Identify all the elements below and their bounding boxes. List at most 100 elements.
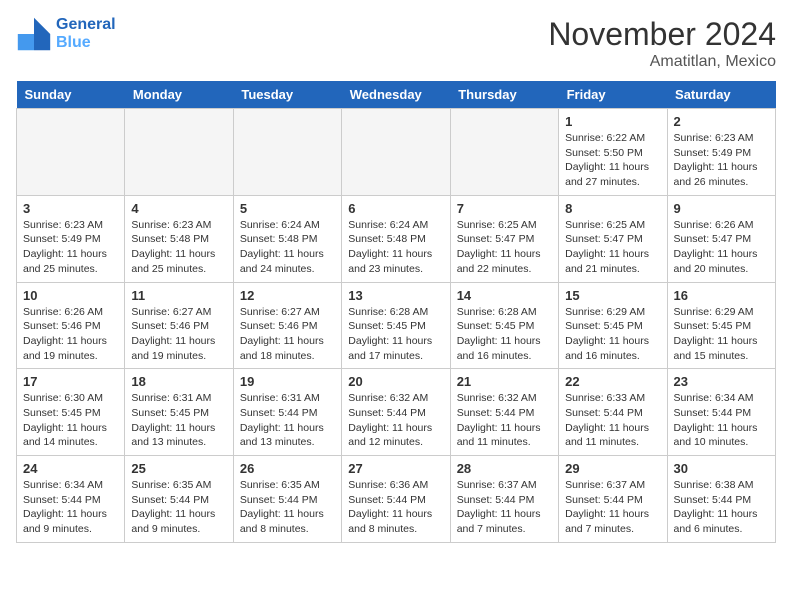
calendar-cell bbox=[450, 109, 558, 196]
day-number: 3 bbox=[23, 201, 118, 216]
calendar-cell: 7 Sunrise: 6:25 AM Sunset: 5:47 PM Daylig… bbox=[450, 195, 558, 282]
calendar-cell: 3Sunrise: 6:23 AM Sunset: 5:49 PM Daylig… bbox=[17, 195, 125, 282]
day-number: 2 bbox=[674, 114, 769, 129]
calendar-cell: 23Sunrise: 6:34 AM Sunset: 5:44 PM Dayli… bbox=[667, 369, 775, 456]
day-info: Sunrise: 6:27 AM Sunset: 5:46 PM Dayligh… bbox=[240, 305, 335, 364]
day-number: 28 bbox=[457, 461, 552, 476]
day-number: 30 bbox=[674, 461, 769, 476]
day-info: Sunrise: 6:37 AM Sunset: 5:44 PM Dayligh… bbox=[457, 478, 552, 537]
calendar-cell: 24 Sunrise: 6:34 AM Sunset: 5:44 PM Dayli… bbox=[17, 456, 125, 543]
day-number: 16 bbox=[674, 288, 769, 303]
day-number: 1 bbox=[565, 114, 660, 129]
calendar-cell: 2 Sunrise: 6:23 AM Sunset: 5:49 PM Daylig… bbox=[667, 109, 775, 196]
calendar-cell: 10 Sunrise: 6:26 AM Sunset: 5:46 PM Dayli… bbox=[17, 282, 125, 369]
calendar-cell: 15Sunrise: 6:29 AM Sunset: 5:45 PM Dayli… bbox=[559, 282, 667, 369]
calendar-week-row: 24 Sunrise: 6:34 AM Sunset: 5:44 PM Dayli… bbox=[17, 456, 776, 543]
calendar-cell: 18Sunrise: 6:31 AM Sunset: 5:45 PM Dayli… bbox=[125, 369, 233, 456]
day-info: Sunrise: 6:38 AM Sunset: 5:44 PM Dayligh… bbox=[674, 478, 769, 537]
day-info: Sunrise: 6:23 AM Sunset: 5:48 PM Dayligh… bbox=[131, 218, 226, 277]
day-number: 8 bbox=[565, 201, 660, 216]
calendar-cell: 16 Sunrise: 6:29 AM Sunset: 5:45 PM Dayli… bbox=[667, 282, 775, 369]
weekday-header: Thursday bbox=[450, 81, 558, 109]
day-number: 13 bbox=[348, 288, 443, 303]
day-info: Sunrise: 6:37 AM Sunset: 5:44 PM Dayligh… bbox=[565, 478, 660, 537]
day-number: 4 bbox=[131, 201, 226, 216]
calendar-week-row: 17 Sunrise: 6:30 AM Sunset: 5:45 PM Dayli… bbox=[17, 369, 776, 456]
location: Amatitlan, Mexico bbox=[548, 53, 776, 71]
day-number: 5 bbox=[240, 201, 335, 216]
calendar-cell: 22 Sunrise: 6:33 AM Sunset: 5:44 PM Dayli… bbox=[559, 369, 667, 456]
calendar-cell bbox=[342, 109, 450, 196]
day-number: 10 bbox=[23, 288, 118, 303]
day-info: Sunrise: 6:32 AM Sunset: 5:44 PM Dayligh… bbox=[348, 391, 443, 450]
day-number: 25 bbox=[131, 461, 226, 476]
calendar-cell: 26 Sunrise: 6:35 AM Sunset: 5:44 PM Dayli… bbox=[233, 456, 341, 543]
day-number: 20 bbox=[348, 374, 443, 389]
day-number: 24 bbox=[23, 461, 118, 476]
calendar-cell: 9 Sunrise: 6:26 AM Sunset: 5:47 PM Daylig… bbox=[667, 195, 775, 282]
calendar-cell bbox=[17, 109, 125, 196]
day-number: 9 bbox=[674, 201, 769, 216]
logo-text: General Blue bbox=[56, 16, 116, 51]
day-number: 7 bbox=[457, 201, 552, 216]
day-number: 17 bbox=[23, 374, 118, 389]
calendar-cell: 30 Sunrise: 6:38 AM Sunset: 5:44 PM Dayli… bbox=[667, 456, 775, 543]
calendar-cell: 29 Sunrise: 6:37 AM Sunset: 5:44 PM Dayli… bbox=[559, 456, 667, 543]
day-info: Sunrise: 6:35 AM Sunset: 5:44 PM Dayligh… bbox=[240, 478, 335, 537]
day-info: Sunrise: 6:22 AM Sunset: 5:50 PM Dayligh… bbox=[565, 131, 660, 190]
weekday-header: Monday bbox=[125, 81, 233, 109]
day-info: Sunrise: 6:26 AM Sunset: 5:47 PM Dayligh… bbox=[674, 218, 769, 277]
day-info: Sunrise: 6:23 AM Sunset: 5:49 PM Dayligh… bbox=[674, 131, 769, 190]
weekday-header: Saturday bbox=[667, 81, 775, 109]
day-number: 23 bbox=[674, 374, 769, 389]
calendar-table: SundayMondayTuesdayWednesdayThursdayFrid… bbox=[16, 81, 776, 543]
day-info: Sunrise: 6:29 AM Sunset: 5:45 PM Dayligh… bbox=[674, 305, 769, 364]
calendar-cell: 27Sunrise: 6:36 AM Sunset: 5:44 PM Dayli… bbox=[342, 456, 450, 543]
day-info: Sunrise: 6:28 AM Sunset: 5:45 PM Dayligh… bbox=[457, 305, 552, 364]
calendar-header: SundayMondayTuesdayWednesdayThursdayFrid… bbox=[17, 81, 776, 109]
calendar-cell: 5 Sunrise: 6:24 AM Sunset: 5:48 PM Daylig… bbox=[233, 195, 341, 282]
calendar-cell: 4 Sunrise: 6:23 AM Sunset: 5:48 PM Daylig… bbox=[125, 195, 233, 282]
day-number: 26 bbox=[240, 461, 335, 476]
day-info: Sunrise: 6:29 AM Sunset: 5:45 PM Dayligh… bbox=[565, 305, 660, 364]
month-title: November 2024 bbox=[548, 16, 776, 53]
weekday-header: Friday bbox=[559, 81, 667, 109]
weekday-row: SundayMondayTuesdayWednesdayThursdayFrid… bbox=[17, 81, 776, 109]
day-info: Sunrise: 6:28 AM Sunset: 5:45 PM Dayligh… bbox=[348, 305, 443, 364]
calendar-cell: 13 Sunrise: 6:28 AM Sunset: 5:45 PM Dayli… bbox=[342, 282, 450, 369]
day-info: Sunrise: 6:24 AM Sunset: 5:48 PM Dayligh… bbox=[240, 218, 335, 277]
day-info: Sunrise: 6:27 AM Sunset: 5:46 PM Dayligh… bbox=[131, 305, 226, 364]
day-info: Sunrise: 6:36 AM Sunset: 5:44 PM Dayligh… bbox=[348, 478, 443, 537]
calendar-cell bbox=[233, 109, 341, 196]
calendar-week-row: 3Sunrise: 6:23 AM Sunset: 5:49 PM Daylig… bbox=[17, 195, 776, 282]
calendar-cell: 25Sunrise: 6:35 AM Sunset: 5:44 PM Dayli… bbox=[125, 456, 233, 543]
day-info: Sunrise: 6:26 AM Sunset: 5:46 PM Dayligh… bbox=[23, 305, 118, 364]
day-info: Sunrise: 6:30 AM Sunset: 5:45 PM Dayligh… bbox=[23, 391, 118, 450]
calendar-cell: 28 Sunrise: 6:37 AM Sunset: 5:44 PM Dayli… bbox=[450, 456, 558, 543]
calendar-cell: 17 Sunrise: 6:30 AM Sunset: 5:45 PM Dayli… bbox=[17, 369, 125, 456]
day-info: Sunrise: 6:32 AM Sunset: 5:44 PM Dayligh… bbox=[457, 391, 552, 450]
day-info: Sunrise: 6:25 AM Sunset: 5:47 PM Dayligh… bbox=[457, 218, 552, 277]
day-info: Sunrise: 6:31 AM Sunset: 5:44 PM Dayligh… bbox=[240, 391, 335, 450]
logo: General Blue bbox=[16, 16, 116, 52]
day-info: Sunrise: 6:25 AM Sunset: 5:47 PM Dayligh… bbox=[565, 218, 660, 277]
day-number: 12 bbox=[240, 288, 335, 303]
day-info: Sunrise: 6:24 AM Sunset: 5:48 PM Dayligh… bbox=[348, 218, 443, 277]
weekday-header: Tuesday bbox=[233, 81, 341, 109]
day-number: 14 bbox=[457, 288, 552, 303]
day-info: Sunrise: 6:33 AM Sunset: 5:44 PM Dayligh… bbox=[565, 391, 660, 450]
day-number: 11 bbox=[131, 288, 226, 303]
calendar-week-row: 1 Sunrise: 6:22 AM Sunset: 5:50 PM Daylig… bbox=[17, 109, 776, 196]
calendar-cell: 8 Sunrise: 6:25 AM Sunset: 5:47 PM Daylig… bbox=[559, 195, 667, 282]
day-number: 29 bbox=[565, 461, 660, 476]
calendar-cell: 14 Sunrise: 6:28 AM Sunset: 5:45 PM Dayli… bbox=[450, 282, 558, 369]
day-number: 19 bbox=[240, 374, 335, 389]
day-info: Sunrise: 6:34 AM Sunset: 5:44 PM Dayligh… bbox=[23, 478, 118, 537]
calendar-cell: 11 Sunrise: 6:27 AM Sunset: 5:46 PM Dayli… bbox=[125, 282, 233, 369]
day-number: 22 bbox=[565, 374, 660, 389]
calendar-cell: 6Sunrise: 6:24 AM Sunset: 5:48 PM Daylig… bbox=[342, 195, 450, 282]
day-info: Sunrise: 6:31 AM Sunset: 5:45 PM Dayligh… bbox=[131, 391, 226, 450]
calendar-body: 1 Sunrise: 6:22 AM Sunset: 5:50 PM Daylig… bbox=[17, 109, 776, 543]
page-header: General Blue November 2024 Amatitlan, Me… bbox=[16, 16, 776, 71]
calendar-cell: 1 Sunrise: 6:22 AM Sunset: 5:50 PM Daylig… bbox=[559, 109, 667, 196]
